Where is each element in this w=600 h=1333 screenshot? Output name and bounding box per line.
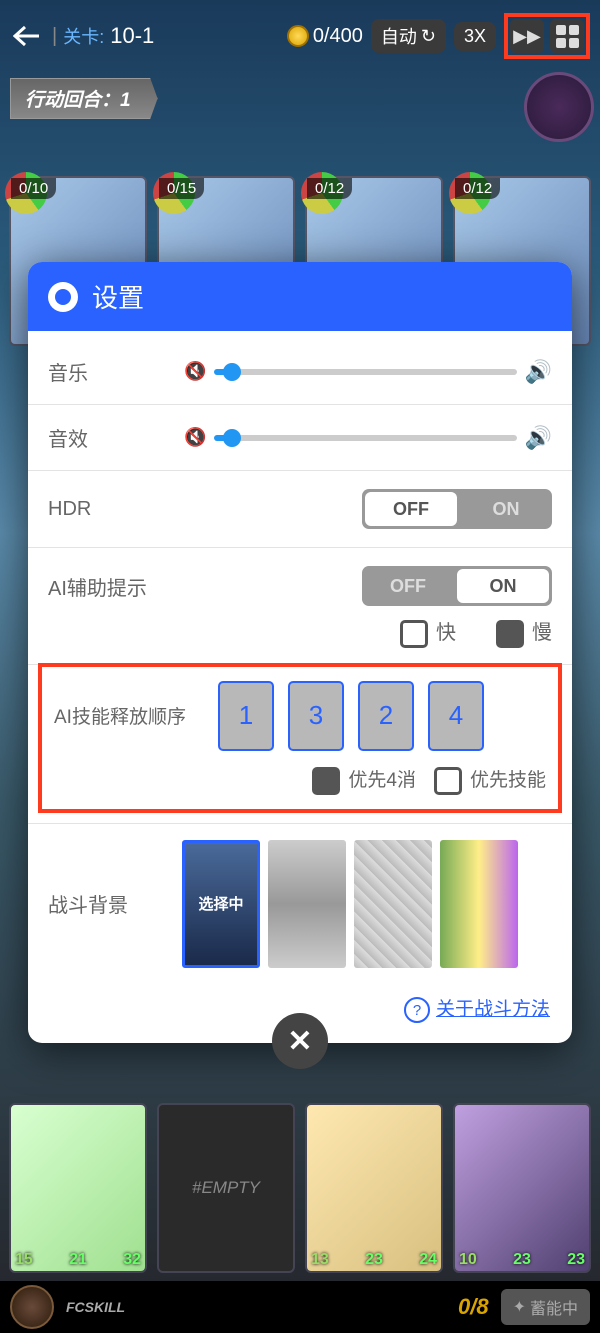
mute-icon: 🔇 [184,427,206,448]
prioskill-label: 优先技能 [470,770,546,791]
party-row: 152132 #EMPTY 132324 102323 [0,1103,600,1273]
volume-icon: 🔊 [525,425,552,451]
coin-value: 0/400 [313,25,363,48]
stage-prefix: 关卡: [63,23,104,49]
stage-label: | 关卡: 10-1 [52,23,154,49]
stage-number: 10-1 [110,23,154,49]
ai-hint-speed: 快 慢 [28,616,572,664]
enemy-hp: 0/12 [455,178,500,199]
music-row: 音乐 🔇 🔊 [28,339,572,404]
wand-icon: ✦ [513,1297,526,1317]
fcskill-label: FCSKILL [66,1299,125,1315]
bg-option-selected[interactable]: 选择中 [182,840,260,968]
slow-label: 慢 [532,622,552,644]
close-button[interactable]: ✕ [272,1013,328,1069]
close-icon: ✕ [287,1024,312,1059]
ai-hint-on[interactable]: ON [457,569,549,603]
sfx-slider[interactable] [214,435,516,441]
charge-button[interactable]: ✦蓄能中 [501,1289,590,1325]
music-slider[interactable] [214,369,516,375]
ai-order-row: AI技能释放顺序 1 3 2 4 [42,667,558,765]
ai-hint-label: AI辅助提示 [48,572,168,601]
bg-option[interactable] [440,840,518,968]
ai-hint-off[interactable]: OFF [362,566,454,606]
music-label: 音乐 [48,357,168,386]
order-box-1[interactable]: 1 [218,681,274,751]
enemy-hp: 0/12 [307,178,352,199]
speed-button[interactable]: 3X [454,22,496,51]
order-box-3[interactable]: 2 [358,681,414,751]
ai-order-label: AI技能释放顺序 [54,702,204,729]
settings-title: 设置 [92,278,144,315]
back-icon [13,25,41,47]
bottom-bar: FCSKILL 0/8 ✦蓄能中 [0,1281,600,1333]
party-card[interactable]: 102323 [453,1103,591,1273]
prio4-checkbox[interactable] [312,767,340,795]
grid-icon [556,25,579,48]
hdr-on[interactable]: ON [460,489,552,529]
coin-icon [287,25,309,47]
fast-checkbox[interactable] [400,620,428,648]
prio4-label: 优先4消 [348,770,416,791]
fast-label: 快 [436,622,456,644]
settings-header: 设置 [28,262,572,331]
compass-icon[interactable] [524,72,594,142]
top-bar: | 关卡: 10-1 0/400 自动 ↻ 3X ▶▶ [0,14,600,58]
auto-button[interactable]: 自动 ↻ [371,19,446,53]
top-right-highlight: ▶▶ [504,13,590,59]
order-box-2[interactable]: 3 [288,681,344,751]
turn-badge: 行动回合：1 [10,78,158,119]
bg-option[interactable] [354,840,432,968]
sfx-row: 音效 🔇 🔊 [28,404,572,470]
fcskill-icon[interactable] [10,1285,54,1329]
party-card[interactable]: 132324 [305,1103,443,1273]
coin-counter: 0/400 [287,25,363,48]
order-box-4[interactable]: 4 [428,681,484,751]
enemy-hp: 0/15 [159,178,204,199]
ai-order-priority: 优先4消 优先技能 [42,765,558,809]
fcskill-count: 0/8 [458,1294,489,1320]
loop-icon: ↻ [421,26,436,47]
slow-checkbox[interactable] [496,620,524,648]
fast-forward-icon: ▶▶ [513,26,541,47]
hdr-toggle[interactable]: OFF ON [362,489,552,529]
fast-forward-button[interactable]: ▶▶ [510,19,544,53]
hdr-label: HDR [48,498,168,521]
back-button[interactable] [10,21,44,51]
volume-icon: 🔊 [525,359,552,385]
party-card[interactable]: 152132 [9,1103,147,1273]
ai-hint-toggle[interactable]: OFF ON [362,566,552,606]
mute-icon: 🔇 [184,361,206,382]
enemy-hp: 0/10 [11,178,56,199]
menu-grid-button[interactable] [550,19,584,53]
prioskill-checkbox[interactable] [434,767,462,795]
ai-order-highlight: AI技能释放顺序 1 3 2 4 优先4消 优先技能 [38,663,562,813]
party-card-empty[interactable]: #EMPTY [157,1103,295,1273]
order-boxes: 1 3 2 4 [218,681,546,751]
hdr-row: HDR OFF ON [28,470,572,547]
ai-hint-row: AI辅助提示 OFF ON [28,547,572,616]
bg-option[interactable] [268,840,346,968]
gear-icon [48,282,78,312]
hdr-off[interactable]: OFF [365,492,457,526]
settings-modal: 设置 音乐 🔇 🔊 音效 🔇 🔊 HDR OFF ON [28,262,572,1043]
sfx-label: 音效 [48,423,168,452]
battle-bg-row: 战斗背景 选择中 [28,823,572,984]
battle-bg-label: 战斗背景 [48,889,168,918]
